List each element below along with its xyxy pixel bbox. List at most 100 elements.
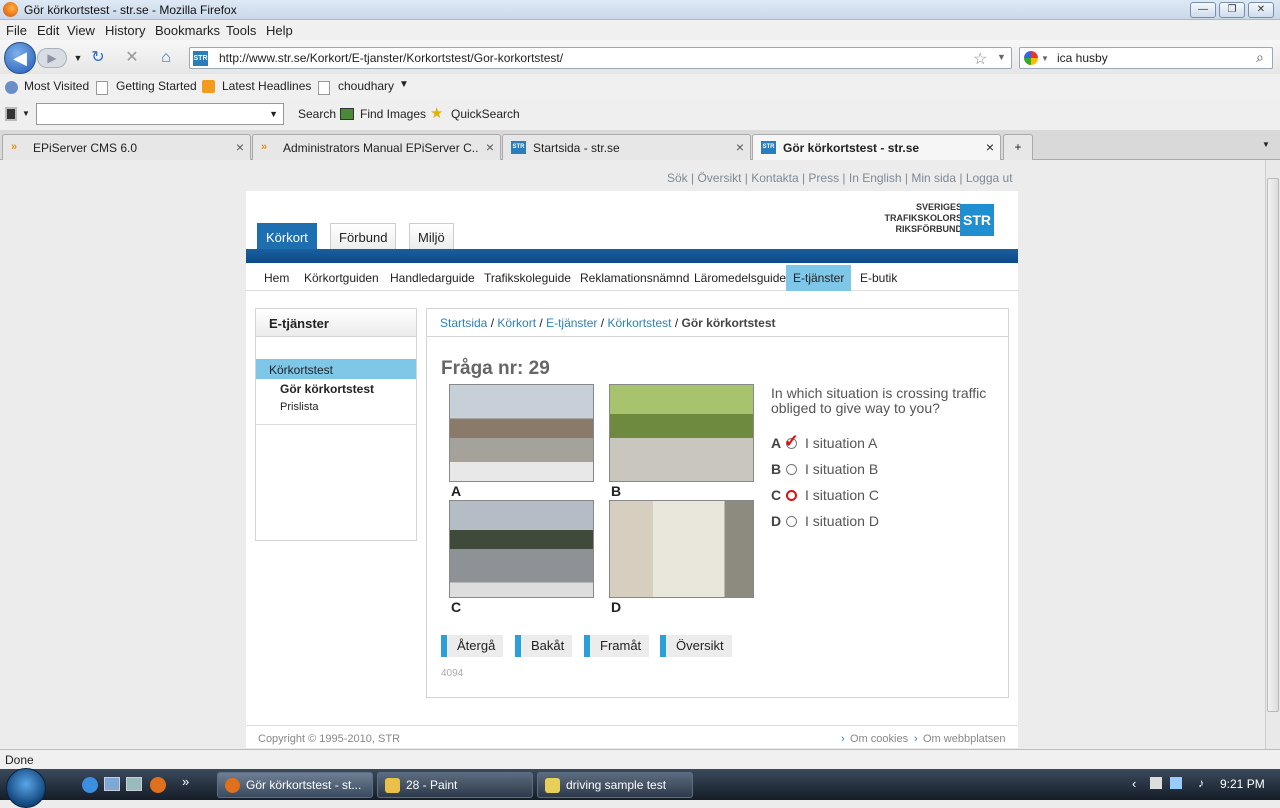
breadcrumb-korkortstest[interactable]: Körkortstest [607, 316, 671, 330]
tray-icon[interactable] [1150, 777, 1162, 789]
top-links[interactable]: Sök | Översikt | Kontakta | Press | In E… [667, 171, 1013, 185]
new-tab-button[interactable]: + [1003, 134, 1033, 160]
question-heading: Fråga nr: 29 [441, 358, 550, 379]
radio-c[interactable] [786, 490, 797, 501]
menu-file[interactable]: File [6, 23, 27, 38]
radio-b[interactable] [786, 464, 797, 475]
url-dropdown-icon[interactable]: ▼ [997, 52, 1006, 62]
tab-gor-korkortstest[interactable]: STR Gör körkortstest - str.se × [752, 134, 1001, 161]
vertical-scrollbar[interactable] [1265, 160, 1280, 749]
forward-button[interactable]: ▶ [37, 48, 67, 68]
menu-view[interactable]: View [67, 23, 95, 38]
maximize-button[interactable]: ❐ [1219, 2, 1245, 18]
url-bar[interactable]: STR http://www.str.se/Korkort/E-tjanster… [189, 47, 1012, 69]
bookmark-latest-headlines[interactable]: Latest Headlines [222, 79, 311, 93]
firefox-taskbar-icon[interactable] [150, 777, 166, 793]
scrollbar-thumb[interactable] [1267, 178, 1279, 712]
left-nav-korkortstest[interactable]: Körkortstest [256, 359, 416, 379]
oversikt-button[interactable]: Översikt [660, 635, 732, 657]
menu-history[interactable]: History [105, 23, 145, 38]
history-dropdown-icon[interactable]: ▼ [68, 48, 88, 68]
ie-icon[interactable] [82, 777, 98, 793]
find-images-button[interactable]: Find Images [360, 107, 426, 121]
tab-startsida[interactable]: STR Startsida - str.se × [502, 134, 751, 160]
menu-edit[interactable]: Edit [37, 23, 59, 38]
search-icon[interactable]: ⌕ [1256, 49, 1264, 66]
network-icon[interactable] [1170, 777, 1182, 789]
tab-forbund[interactable]: Förbund [330, 223, 397, 250]
tab-korkort[interactable]: Körkort [257, 223, 317, 250]
google-icon[interactable] [1024, 51, 1038, 65]
web-search-input[interactable]: ica husby [1057, 51, 1108, 65]
framat-button[interactable]: Framåt [584, 635, 650, 657]
left-navigation: E-tjänster Körkortstest Gör körkortstest… [255, 308, 417, 541]
toolbar-search-field[interactable]: ▼ [36, 103, 284, 125]
close-tab-icon[interactable]: × [986, 139, 994, 155]
web-search-box[interactable]: ▼ ica husby ⌕ [1019, 47, 1273, 69]
subnav-e-butik[interactable]: E-butik [860, 271, 897, 285]
tray-expand-icon[interactable]: ‹ [1132, 776, 1136, 791]
close-tab-icon[interactable]: × [236, 139, 244, 155]
desktop-icon[interactable] [104, 777, 120, 791]
left-nav-prislista[interactable]: Prislista [280, 401, 319, 413]
back-button[interactable]: ◀ [4, 42, 36, 74]
toolbar-dropdown-icon[interactable]: ▼ [22, 109, 30, 118]
subnav-hem[interactable]: Hem [264, 271, 289, 285]
toolbar-search-button[interactable]: Search [298, 107, 336, 121]
radio-d[interactable] [786, 516, 797, 527]
om-webbplatsen-link[interactable]: Om webbplatsen [923, 733, 1006, 745]
tab-episerver-cms[interactable]: » EPiServer CMS 6.0 × [2, 134, 251, 160]
subnav-trafikskoleguide[interactable]: Trafikskoleguide [484, 271, 571, 285]
atergå-button[interactable]: Återgå [441, 635, 504, 657]
choudhary-dropdown-icon[interactable]: ▼ [399, 79, 409, 90]
home-icon[interactable]: ⌂ [156, 48, 176, 68]
quicksearch-button[interactable]: QuickSearch [451, 107, 520, 121]
task-firefox[interactable]: Gör körkortstest - st... [217, 772, 373, 798]
breadcrumb-e-tjanster[interactable]: E-tjänster [546, 316, 597, 330]
close-tab-icon[interactable]: × [736, 139, 744, 155]
switch-windows-icon[interactable] [126, 777, 142, 791]
url-text[interactable]: http://www.str.se/Korkort/E-tjanster/Kor… [219, 51, 563, 65]
chevron-down-icon[interactable]: ▼ [269, 109, 278, 119]
clock[interactable]: 9:21 PM [1220, 777, 1265, 791]
menu-help[interactable]: Help [266, 23, 293, 38]
bakat-button[interactable]: Bakåt [515, 635, 573, 657]
task-paint[interactable]: 28 - Paint [377, 772, 533, 798]
engine-dropdown-icon[interactable]: ▼ [1041, 54, 1049, 63]
bookmark-star-icon[interactable]: ☆ [973, 49, 987, 69]
subnav-korkortguiden[interactable]: Körkortguiden [304, 271, 379, 285]
tab-administrators-manual[interactable]: » Administrators Manual EPiServer C... × [252, 134, 501, 160]
reload-icon[interactable]: ↻ [88, 48, 108, 68]
stop-icon[interactable]: ✕ [122, 48, 142, 68]
menu-bookmarks[interactable]: Bookmarks [155, 23, 220, 38]
option-b[interactable]: B I situation B [771, 461, 878, 477]
tab-list-icon[interactable]: ▼ [1262, 140, 1270, 149]
bookmark-getting-started[interactable]: Getting Started [116, 79, 197, 93]
om-cookies-link[interactable]: Om cookies [850, 733, 908, 745]
tab-miljo[interactable]: Miljö [409, 223, 454, 250]
bookmark-most-visited[interactable]: Most Visited [24, 79, 89, 93]
subnav-laromedelsguide[interactable]: Läromedelsguide [694, 271, 786, 285]
start-button[interactable] [6, 768, 46, 808]
radio-a[interactable]: ✓ [784, 431, 799, 451]
menu-tools[interactable]: Tools [226, 23, 256, 38]
minimize-button[interactable]: — [1190, 2, 1216, 18]
subnav-handledarguide[interactable]: Handledarguide [390, 271, 475, 285]
subnav-reklamationsnamnd[interactable]: Reklamationsnämnd [580, 271, 689, 285]
close-button[interactable]: ✕ [1248, 2, 1274, 18]
option-a[interactable]: A ✓ I situation A [771, 431, 877, 451]
menu-bar: File Edit View History Bookmarks Tools H… [0, 20, 1280, 40]
option-d[interactable]: D I situation D [771, 513, 879, 529]
str-logo[interactable]: SVERIGES TRAFIKSKOLORS RIKSFÖRBUND STR [882, 202, 1006, 238]
episerver-icon: » [261, 141, 268, 153]
volume-icon[interactable]: ♪ [1198, 776, 1204, 790]
option-c[interactable]: C I situation C [771, 487, 879, 503]
close-tab-icon[interactable]: × [486, 139, 494, 155]
bookmark-choudhary[interactable]: choudhary [338, 79, 394, 93]
left-nav-gor-korkortstest[interactable]: Gör körkortstest [280, 382, 374, 396]
quicklaunch-more-icon[interactable]: » [182, 774, 189, 789]
subnav-e-tjanster[interactable]: E-tjänster [786, 265, 852, 291]
breadcrumb-startsida[interactable]: Startsida [440, 316, 487, 330]
breadcrumb-korkort[interactable]: Körkort [497, 316, 536, 330]
task-driving-sample-test[interactable]: driving sample test [537, 772, 693, 798]
